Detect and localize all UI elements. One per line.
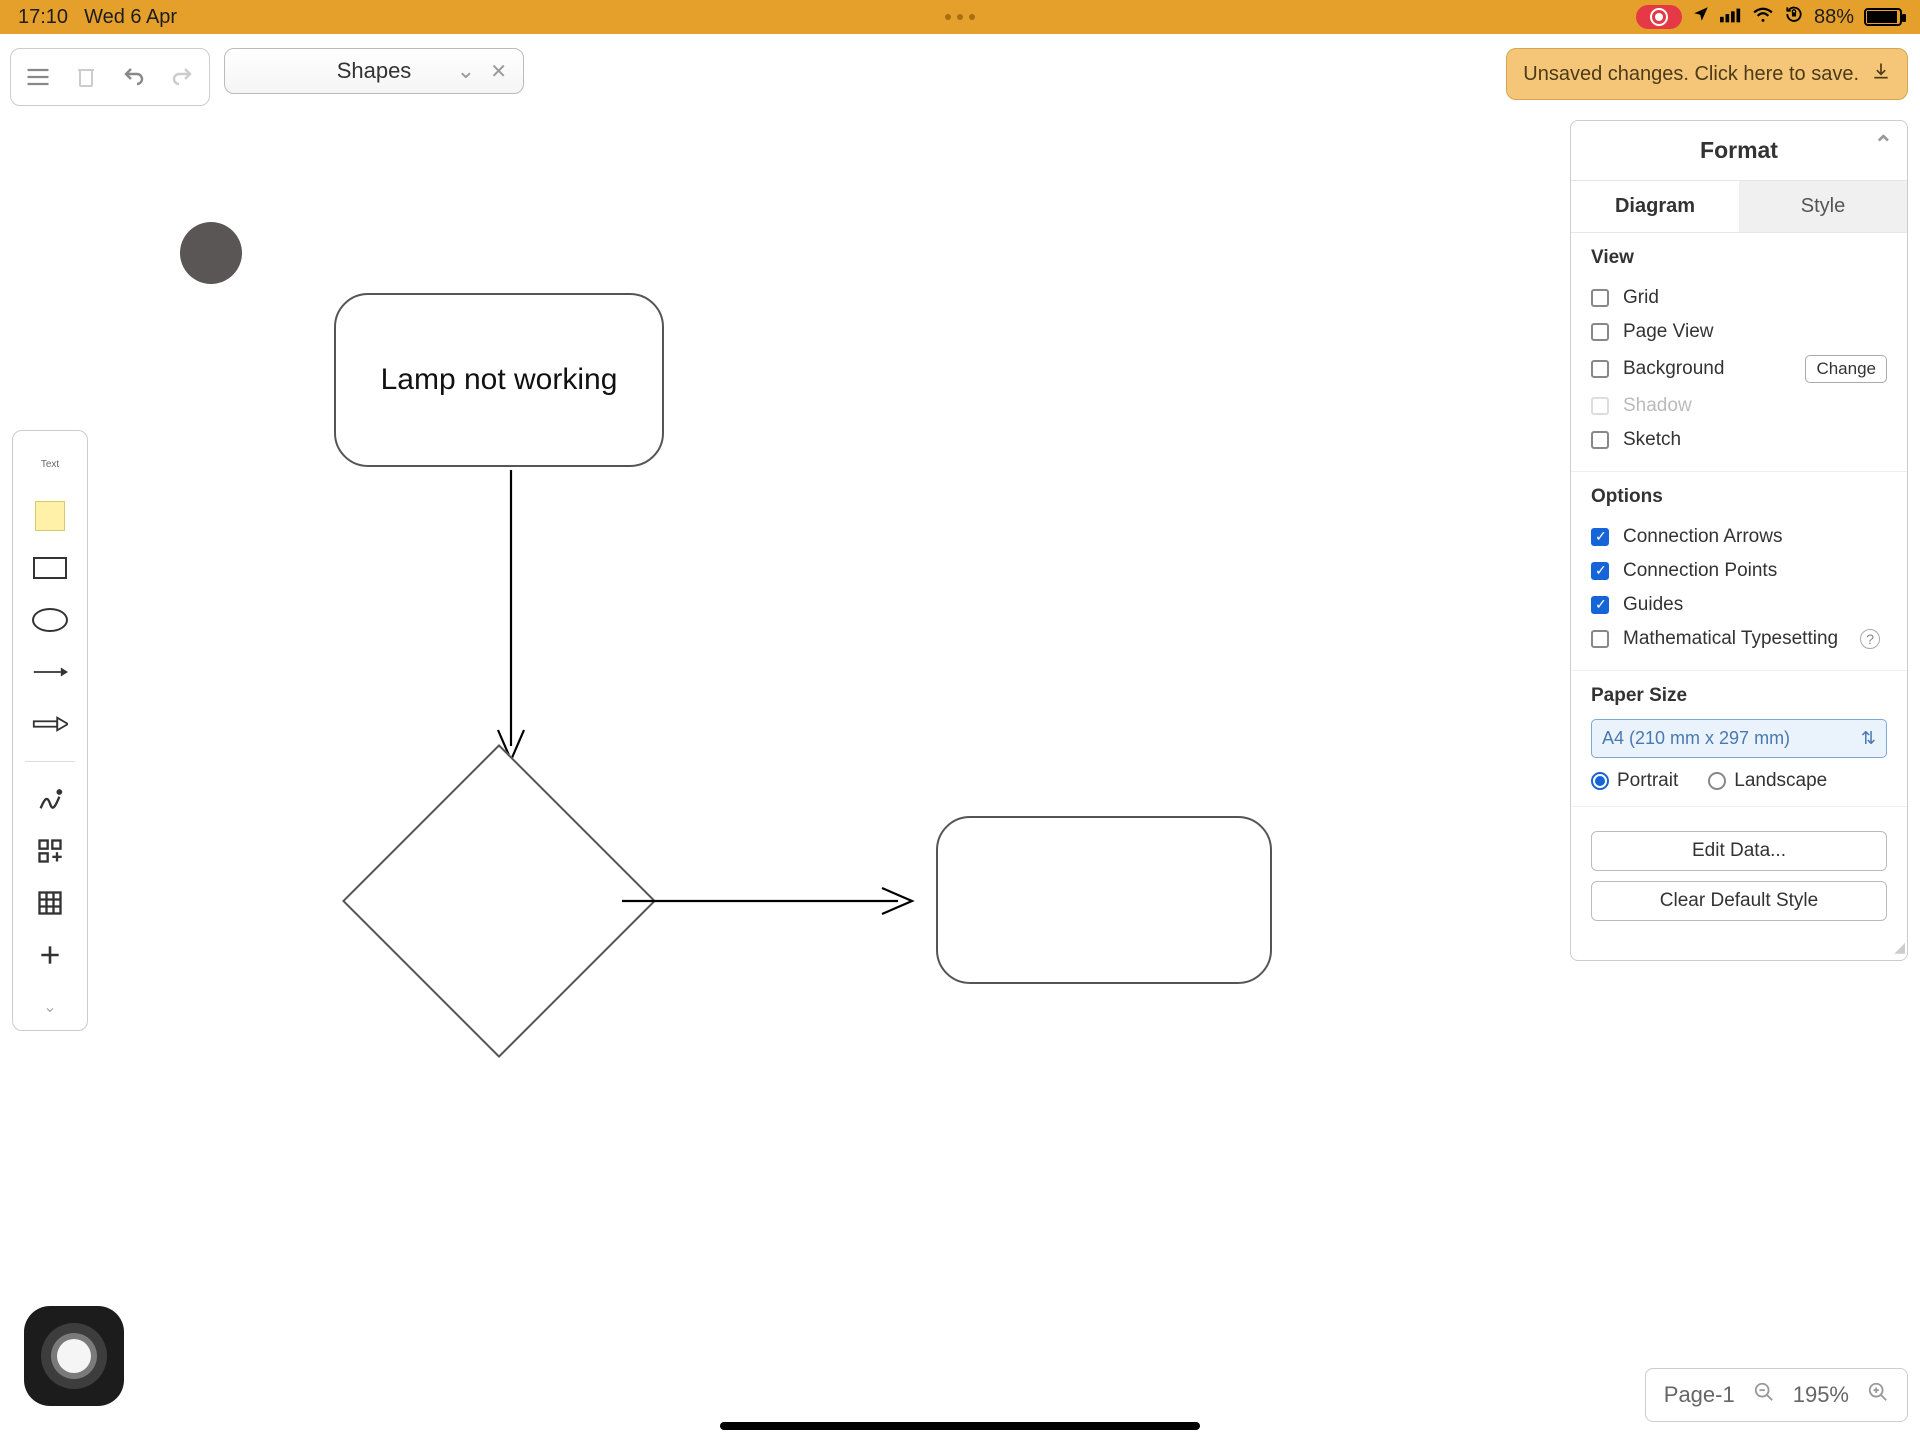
opt-grid[interactable]: Grid: [1591, 281, 1887, 315]
format-title: Format: [1700, 137, 1778, 163]
resize-grip[interactable]: ◢: [1571, 935, 1907, 960]
format-header[interactable]: Format ⌃: [1571, 121, 1907, 181]
edit-data-button[interactable]: Edit Data...: [1591, 831, 1887, 871]
home-indicator[interactable]: [720, 1422, 1200, 1430]
cursor-touch-indicator: [180, 222, 242, 284]
opt-sketch[interactable]: Sketch: [1591, 423, 1887, 457]
opt-page-view[interactable]: Page View: [1591, 315, 1887, 349]
zoom-in-icon[interactable]: [1867, 1381, 1889, 1409]
view-heading: View: [1591, 247, 1887, 269]
radio-portrait[interactable]: Portrait: [1591, 770, 1678, 792]
page-label[interactable]: Page-1: [1664, 1382, 1735, 1408]
section-options: Options Connection Arrows Connection Poi…: [1571, 472, 1907, 671]
battery-percentage: 88%: [1814, 6, 1854, 29]
status-bar: 17:10 Wed 6 Apr 88%: [0, 0, 1920, 34]
opt-shadow: Shadow: [1591, 389, 1887, 423]
opt-guides[interactable]: Guides: [1591, 588, 1887, 622]
paper-size-select[interactable]: A4 (210 mm x 297 mm) ⇅: [1591, 719, 1887, 758]
shape-box-lamp[interactable]: Lamp not working: [334, 293, 664, 467]
zoom-bar: Page-1 195%: [1645, 1368, 1908, 1422]
arrow-down[interactable]: [496, 470, 526, 770]
orientation-lock-icon: [1784, 4, 1804, 30]
status-date: Wed 6 Apr: [84, 6, 177, 29]
paper-size-value: A4 (210 mm x 297 mm): [1602, 728, 1790, 749]
zoom-out-icon[interactable]: [1753, 1381, 1775, 1409]
status-right: 88%: [1636, 4, 1902, 30]
shape-box-empty[interactable]: [936, 816, 1272, 984]
collapse-icon[interactable]: ⌃: [1874, 131, 1893, 158]
tab-style[interactable]: Style: [1739, 181, 1907, 232]
location-icon: [1692, 5, 1710, 29]
arrow-right[interactable]: [622, 886, 922, 916]
opt-math-typesetting[interactable]: Mathematical Typesetting?: [1591, 622, 1887, 656]
section-paper: Paper Size A4 (210 mm x 297 mm) ⇅ Portra…: [1571, 671, 1907, 807]
paper-heading: Paper Size: [1591, 685, 1887, 707]
opt-connection-points[interactable]: Connection Points: [1591, 554, 1887, 588]
clear-default-style-button[interactable]: Clear Default Style: [1591, 881, 1887, 921]
battery-icon: [1864, 8, 1902, 26]
shape-diamond[interactable]: [342, 744, 656, 1058]
format-panel: Format ⌃ Diagram Style View Grid Page Vi…: [1570, 120, 1908, 961]
status-time: 17:10: [18, 6, 68, 29]
wifi-icon: [1752, 6, 1774, 29]
zoom-value[interactable]: 195%: [1793, 1382, 1849, 1408]
opt-connection-arrows[interactable]: Connection Arrows: [1591, 520, 1887, 554]
cellular-icon: [1720, 6, 1742, 29]
select-arrows-icon: ⇅: [1861, 728, 1876, 749]
screen-recording-indicator[interactable]: [1636, 5, 1682, 29]
options-heading: Options: [1591, 486, 1887, 508]
tab-diagram[interactable]: Diagram: [1571, 181, 1739, 232]
radio-landscape[interactable]: Landscape: [1708, 770, 1827, 792]
change-background-button[interactable]: Change: [1805, 355, 1887, 383]
assistive-touch[interactable]: [24, 1306, 124, 1406]
shape-box-lamp-text: Lamp not working: [381, 363, 618, 397]
opt-background[interactable]: BackgroundChange: [1591, 349, 1887, 389]
help-icon[interactable]: ?: [1860, 629, 1880, 649]
section-view: View Grid Page View BackgroundChange Sha…: [1571, 233, 1907, 472]
section-actions: Edit Data... Clear Default Style: [1571, 807, 1907, 935]
multitask-dots[interactable]: [945, 14, 975, 20]
